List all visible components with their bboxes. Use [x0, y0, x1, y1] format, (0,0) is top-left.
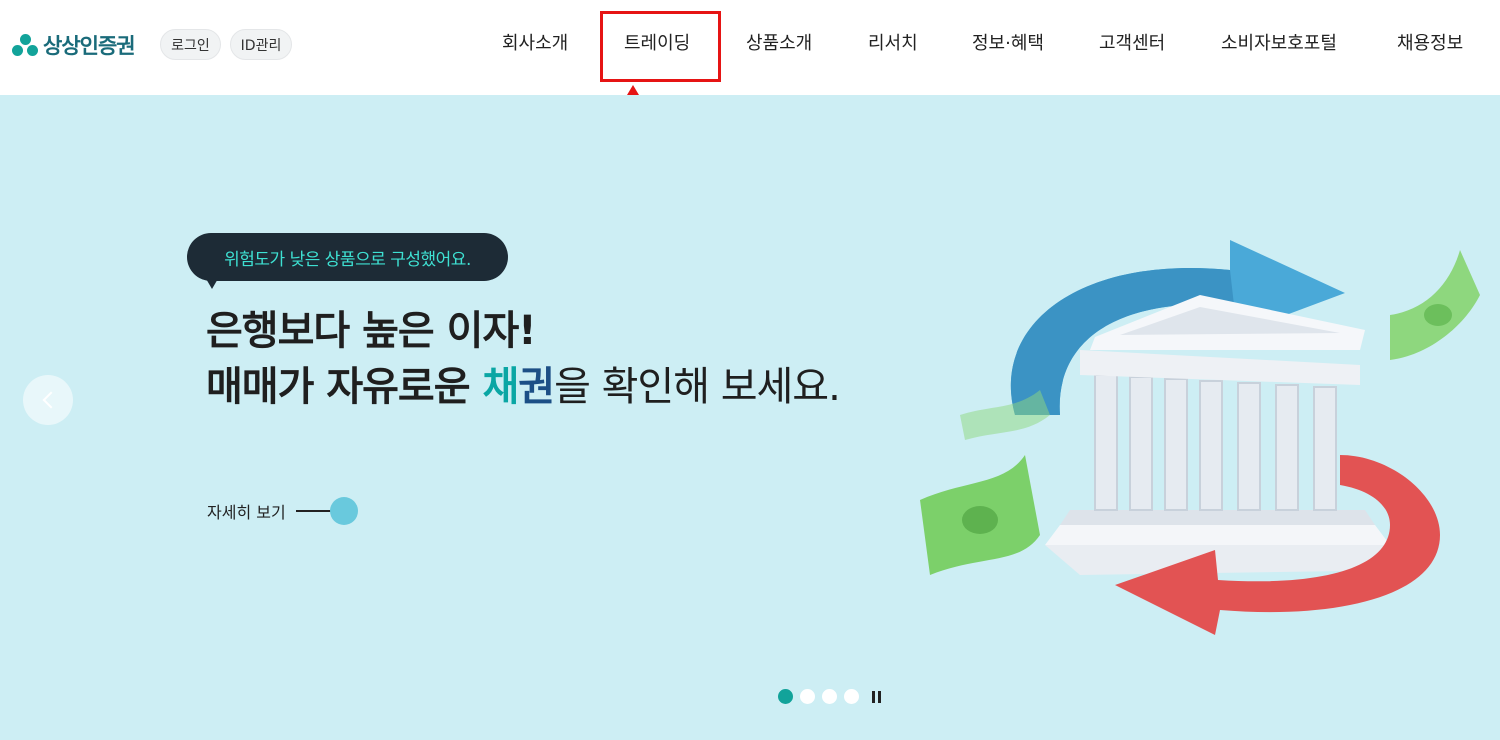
- headline-line-1: 은행보다 높은 이자!: [206, 308, 536, 354]
- slide-dot-1[interactable]: [778, 689, 793, 704]
- headline-rest: 을 확인해 보세요.: [554, 364, 841, 410]
- headline-line-2: 매매가 자유로운 채권을 확인해 보세요.: [206, 359, 841, 415]
- headline-accent-1: 채: [482, 364, 519, 410]
- pause-icon[interactable]: [872, 690, 884, 703]
- slide-pagination: [778, 689, 884, 704]
- slide-dot-2[interactable]: [800, 689, 815, 704]
- more-label: 자세히 보기: [207, 503, 286, 522]
- hero-headline: 은행보다 높은 이자! 매매가 자유로운 채권을 확인해 보세요.: [206, 303, 841, 415]
- nav-item-consumer-protection[interactable]: 소비자보호포털: [1221, 31, 1337, 57]
- more-link[interactable]: 자세히 보기: [207, 499, 342, 523]
- nav-item-company[interactable]: 회사소개: [502, 31, 568, 57]
- headline-bold-part: 매매가 자유로운: [206, 364, 483, 410]
- nav-item-products[interactable]: 상품소개: [746, 31, 812, 57]
- bank-illustration: [920, 240, 1480, 635]
- speech-bubble-tail: [205, 277, 219, 289]
- nav-item-research[interactable]: 리서치: [868, 31, 918, 57]
- nav-item-careers[interactable]: 채용정보: [1397, 31, 1463, 57]
- arrow-right-icon[interactable]: [330, 497, 358, 525]
- money-bill-icon: [960, 390, 1050, 440]
- main-nav: 회사소개 트레이딩 상품소개 리서치 정보·혜택 고객센터 소비자보호포털 채용…: [0, 0, 1500, 95]
- hero-banner: 위험도가 낮은 상품으로 구성했어요. 은행보다 높은 이자! 매매가 자유로운…: [0, 95, 1500, 740]
- slide-dot-3[interactable]: [822, 689, 837, 704]
- annotation-highlight-box: [600, 11, 721, 82]
- headline-accent-2: 권: [518, 364, 555, 410]
- speech-bubble: 위험도가 낮은 상품으로 구성했어요.: [187, 233, 508, 281]
- nav-item-info-benefits[interactable]: 정보·혜택: [972, 31, 1044, 57]
- money-bill-icon: [1390, 250, 1480, 360]
- chevron-left-icon: [42, 391, 59, 409]
- prev-slide-button[interactable]: [23, 375, 73, 425]
- money-bill-icon: [920, 455, 1040, 575]
- nav-item-customer-center[interactable]: 고객센터: [1099, 31, 1165, 57]
- slide-dot-4[interactable]: [844, 689, 859, 704]
- site-header: 상상인증권 로그인 ID관리 회사소개 트레이딩 상품소개 리서치 정보·혜택 …: [0, 0, 1500, 95]
